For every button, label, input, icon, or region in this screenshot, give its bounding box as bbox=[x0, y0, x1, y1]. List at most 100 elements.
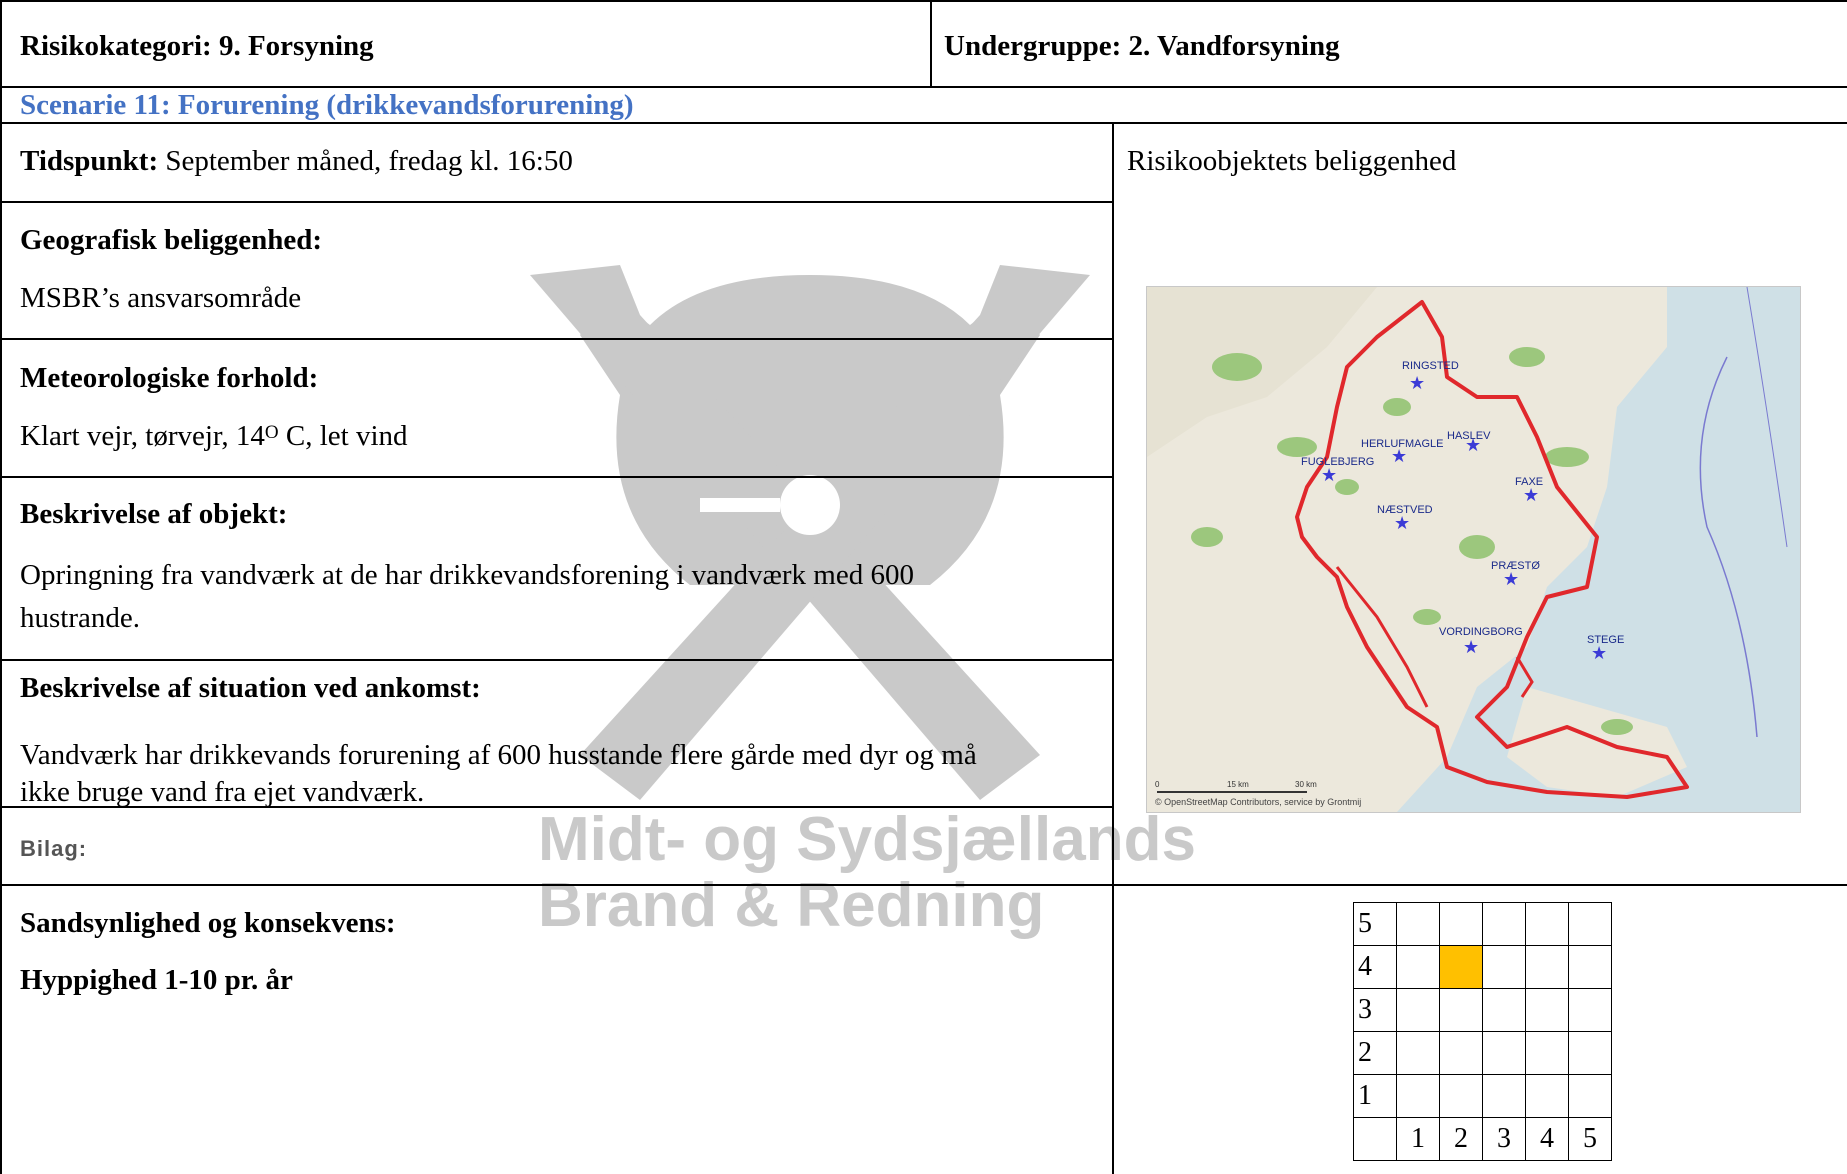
map-city-label: FUGLEBJERG bbox=[1301, 456, 1374, 468]
header-column-divider bbox=[930, 0, 932, 88]
risk-matrix-row: 2 bbox=[1353, 1031, 1612, 1075]
map-marker-ringsted: ★ bbox=[1409, 373, 1425, 393]
map-city-label: NÆSTVED bbox=[1377, 504, 1433, 516]
risk-row-label: 4 bbox=[1353, 945, 1397, 989]
map-scale-15: 15 km bbox=[1227, 780, 1249, 789]
time-field: Tidspunkt: September måned, fredag kl. 1… bbox=[20, 143, 573, 179]
map-city-label: HERLUFMAGLE bbox=[1361, 438, 1444, 450]
risk-cell bbox=[1439, 902, 1483, 946]
border-top bbox=[0, 0, 1847, 2]
risk-cell bbox=[1568, 945, 1612, 989]
risk-cell-highlighted bbox=[1439, 945, 1483, 989]
risk-cell bbox=[1396, 988, 1440, 1032]
map-city-label: PRÆSTØ bbox=[1491, 560, 1540, 572]
row-divider-6 bbox=[0, 659, 1113, 661]
border-left bbox=[0, 0, 2, 1174]
row-divider-3 bbox=[0, 201, 1113, 203]
weather-superscript: O bbox=[264, 422, 279, 443]
object-line-2: hustrande. bbox=[20, 602, 140, 634]
risk-col-label: 2 bbox=[1439, 1117, 1483, 1161]
map-scale-30: 30 km bbox=[1295, 780, 1317, 789]
map-city-label: RINGSTED bbox=[1402, 360, 1459, 372]
arrival-line-2: ikke bruge vand fra ejet vandværk. bbox=[20, 776, 425, 808]
risk-row-label: 5 bbox=[1353, 902, 1397, 946]
row-divider-8 bbox=[0, 884, 1847, 886]
watermark-text: Midt- og Sydsjællands Brand & Redning bbox=[538, 805, 1196, 941]
risk-matrix-row: 1 bbox=[1353, 1074, 1612, 1118]
risk-cell bbox=[1568, 902, 1612, 946]
risk-cell bbox=[1396, 1031, 1440, 1075]
object-line-1: Opringning fra vandværk at de har drikke… bbox=[20, 559, 914, 591]
risk-matrix-row: 3 bbox=[1353, 988, 1612, 1032]
subgroup: Undergruppe: 2. Vandforsyning bbox=[944, 30, 1340, 62]
frequency-label: Hyppighed 1-10 pr. år bbox=[20, 964, 293, 996]
risk-cell bbox=[1482, 1074, 1526, 1118]
risk-cell bbox=[1525, 1031, 1569, 1075]
map-marker-stege: ★ bbox=[1591, 643, 1607, 663]
map-marker-næstved: ★ bbox=[1394, 513, 1410, 533]
map-scale-0: 0 bbox=[1155, 780, 1160, 789]
row-divider-4 bbox=[0, 338, 1113, 340]
geo-value: MSBR’s ansvarsområde bbox=[20, 282, 302, 314]
risk-cell bbox=[1396, 1074, 1440, 1118]
risk-cell bbox=[1482, 945, 1526, 989]
risk-cell bbox=[1439, 1031, 1483, 1075]
risk-cell bbox=[1482, 988, 1526, 1032]
risk-matrix-row: 4 bbox=[1353, 945, 1612, 989]
watermark-line-2: Brand & Redning bbox=[538, 871, 1045, 940]
risk-cell bbox=[1396, 945, 1440, 989]
risk-cell bbox=[1439, 988, 1483, 1032]
risk-cell bbox=[1396, 902, 1440, 946]
map-city-label: STEGE bbox=[1587, 634, 1624, 646]
object-label: Beskrivelse af objekt: bbox=[20, 498, 288, 530]
risk-col-label: 4 bbox=[1525, 1117, 1569, 1161]
map-attribution: © OpenStreetMap Contributors, service by… bbox=[1155, 797, 1361, 807]
risk-col-label: 3 bbox=[1482, 1117, 1526, 1161]
risk-matrix-col-labels: 12345 bbox=[1353, 1117, 1612, 1161]
risk-row-label: 1 bbox=[1353, 1074, 1397, 1118]
risk-cell bbox=[1525, 902, 1569, 946]
risk-cell bbox=[1525, 988, 1569, 1032]
weather-value: Klart vejr, tørvejr, 14O C, let vind bbox=[20, 418, 408, 454]
risk-row-label: 3 bbox=[1353, 988, 1397, 1032]
row-divider-5 bbox=[0, 476, 1113, 478]
main-column-divider bbox=[1112, 122, 1114, 1174]
arrival-label: Beskrivelse af situation ved ankomst: bbox=[20, 672, 481, 704]
risk-cell bbox=[1568, 1031, 1612, 1075]
location-label: Risikoobjektets beliggenhed bbox=[1127, 145, 1457, 177]
risk-col-label: 1 bbox=[1396, 1117, 1440, 1161]
risk-matrix-table: 5432112345 bbox=[1353, 902, 1612, 1161]
weather-value-pre: Klart vejr, tørvejr, 14 bbox=[20, 420, 265, 452]
risk-cell bbox=[1482, 902, 1526, 946]
risk-matrix-row: 5 bbox=[1353, 902, 1612, 946]
risk-cell bbox=[1482, 1031, 1526, 1075]
weather-value-post: C, let vind bbox=[278, 420, 408, 452]
map-marker-præstø: ★ bbox=[1503, 569, 1519, 589]
map-image: ★ RINGSTED ★ HASLEV ★ HERLUFMAGLE ★ FUGLEBJERG ★… bbox=[1146, 286, 1801, 813]
probability-label: Sandsynlighed og konsekvens: bbox=[20, 907, 396, 939]
geo-label: Geografisk beliggenhed: bbox=[20, 224, 323, 256]
time-label: Tidspunkt: bbox=[20, 145, 159, 177]
arrival-line-1: Vandværk har drikkevands forurening af 6… bbox=[20, 739, 977, 771]
scenario-title: Scenarie 11: Forurening (drikkevandsforu… bbox=[20, 89, 634, 121]
risk-cell bbox=[1439, 1074, 1483, 1118]
attachment-label: Bilag: bbox=[20, 836, 88, 861]
map-marker-faxe: ★ bbox=[1523, 485, 1539, 505]
risk-cell bbox=[1525, 1074, 1569, 1118]
map-city-label: VORDINGBORG bbox=[1439, 626, 1523, 638]
risk-cell bbox=[1525, 945, 1569, 989]
map-city-label: FAXE bbox=[1515, 476, 1543, 488]
map-marker-fuglebjerg: ★ bbox=[1321, 465, 1337, 485]
risk-category: Risikokategori: 9. Forsyning bbox=[20, 30, 374, 62]
risk-corner-cell bbox=[1353, 1117, 1397, 1161]
time-value: September måned, fredag kl. 16:50 bbox=[158, 145, 573, 177]
risk-cell bbox=[1568, 1074, 1612, 1118]
map-marker-vordingborg: ★ bbox=[1463, 637, 1479, 657]
risk-matrix: 5432112345 bbox=[1353, 902, 1612, 1161]
risk-col-label: 5 bbox=[1568, 1117, 1612, 1161]
watermark-line-1: Midt- og Sydsjællands bbox=[538, 805, 1196, 874]
weather-label: Meteorologiske forhold: bbox=[20, 362, 319, 394]
risk-row-label: 2 bbox=[1353, 1031, 1397, 1075]
map-city-label: HASLEV bbox=[1447, 430, 1491, 442]
risk-cell bbox=[1568, 988, 1612, 1032]
